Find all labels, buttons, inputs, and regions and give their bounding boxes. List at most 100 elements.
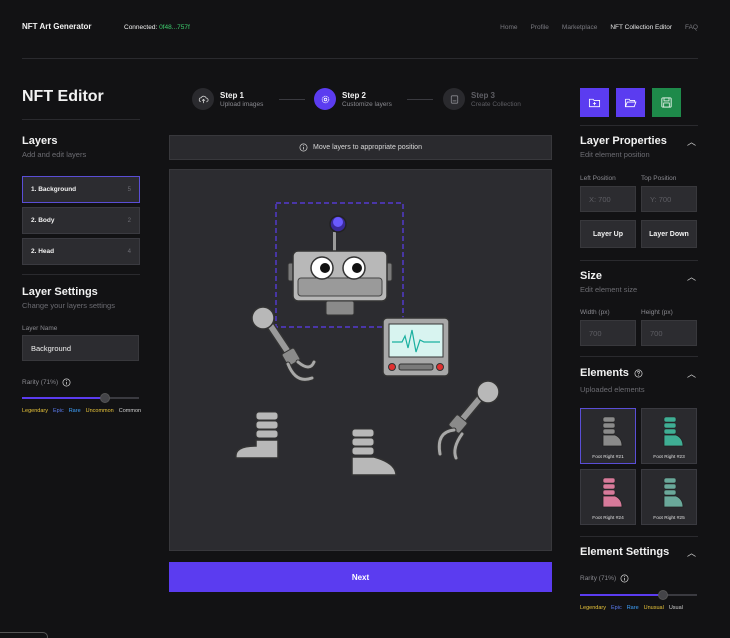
nav-marketplace[interactable]: Marketplace <box>562 24 597 31</box>
top-nav: Home Profile Marketplace NFT Collection … <box>500 24 698 31</box>
element-thumb[interactable]: Foot Right #23 <box>641 408 697 464</box>
folder-plus-icon <box>588 98 601 108</box>
connected-label: Connected: <box>124 24 158 31</box>
tier-legendary: Legendary <box>22 408 48 414</box>
tier-unusual: Unusual <box>643 605 664 611</box>
open-folder-button[interactable] <box>616 88 645 117</box>
rarity-tiers: Legendary Epic Rare Uncommon Common <box>22 408 141 414</box>
nav-profile[interactable]: Profile <box>530 24 548 31</box>
tier-epic: Epic <box>53 408 64 414</box>
step-1-title: Step 1 <box>220 90 245 100</box>
info-icon <box>299 143 308 152</box>
step-1-subtitle: Upload images <box>220 100 264 108</box>
layer-name-label: Layer Name <box>22 325 58 332</box>
robot-foot-right-layer[interactable] <box>351 428 397 476</box>
layer-item-body[interactable]: 2. Body 2 <box>22 207 140 234</box>
rarity-slider[interactable] <box>22 393 139 403</box>
robot-monitor-layer[interactable] <box>382 317 450 377</box>
tier-epic: Epic <box>611 605 622 611</box>
chevron-up-icon[interactable]: ︿ <box>687 135 696 148</box>
chevron-up-icon[interactable]: ︿ <box>687 546 696 559</box>
layer-up-button[interactable]: Layer Up <box>580 220 636 248</box>
canvas-info-text: Move layers to appropriate position <box>313 144 422 151</box>
step-2[interactable]: Step 2 Customize layers <box>314 88 392 110</box>
tier-usual: Usual <box>668 605 683 611</box>
tier-rare: Rare <box>626 605 639 611</box>
settings-gear-icon <box>314 88 336 110</box>
layer-down-button[interactable]: Layer Down <box>641 220 697 248</box>
element-label: Foot Right #21 <box>592 455 624 460</box>
save-icon <box>661 97 672 108</box>
divider <box>22 119 140 120</box>
collection-icon <box>443 88 465 110</box>
tier-uncommon: Uncommon <box>85 408 114 414</box>
info-icon[interactable] <box>620 574 629 583</box>
save-button[interactable] <box>652 88 681 117</box>
app-brand[interactable]: NFT Art Generator <box>22 22 92 31</box>
top-position-label: Top Position <box>641 175 677 182</box>
rarity-row: Rarity (71%) <box>22 378 71 387</box>
size-header: Size Edit element size <box>580 270 637 294</box>
scroll-indicator[interactable] <box>0 632 48 638</box>
layer-name-input[interactable]: Background <box>22 335 139 361</box>
tier-common: Common <box>118 408 142 414</box>
layer-item-background[interactable]: 1. Background 5 <box>22 176 140 203</box>
wallet-connection: Connected: 0f48...757f <box>124 24 190 31</box>
layer-item-head[interactable]: 2. Head 4 <box>22 238 140 265</box>
element-settings-title: Element Settings <box>580 546 670 558</box>
robot-foot-left-layer[interactable] <box>235 411 279 459</box>
step-connector <box>279 99 305 100</box>
width-label: Width (px) <box>580 309 610 316</box>
editor-canvas[interactable] <box>169 169 552 551</box>
element-thumb[interactable]: Foot Right #24 <box>580 469 636 525</box>
step-3[interactable]: Step 3 Create Collection <box>443 88 521 110</box>
element-label: Foot Right #25 <box>653 516 685 521</box>
tier-legendary: Legendary <box>580 605 606 611</box>
layer-count: 5 <box>127 186 131 193</box>
chevron-up-icon[interactable]: ︿ <box>687 270 696 283</box>
element-rarity-slider-handle[interactable] <box>658 590 669 600</box>
help-icon[interactable] <box>634 369 643 378</box>
step-3-title: Step 3 <box>471 90 496 100</box>
info-icon[interactable] <box>62 378 71 387</box>
robot-foot-icon <box>663 477 684 508</box>
layer-settings-subtitle: Change your layers settings <box>22 301 115 310</box>
layer-label: 1. Background <box>31 186 77 193</box>
chevron-up-icon[interactable]: ︿ <box>687 367 696 380</box>
layer-count: 4 <box>127 248 131 255</box>
wallet-address[interactable]: 0f48...757f <box>159 24 190 31</box>
element-thumb[interactable]: Foot Right #21 <box>580 408 636 464</box>
height-input[interactable]: 700 <box>641 320 697 346</box>
robot-head-layer[interactable] <box>287 215 393 316</box>
element-rarity-row: Rarity (71%) <box>580 574 629 583</box>
size-subtitle: Edit element size <box>580 285 638 294</box>
header-divider <box>22 58 698 59</box>
element-label: Foot Right #23 <box>653 455 685 460</box>
divider <box>580 260 698 261</box>
element-rarity-label: Rarity (71%) <box>580 575 617 582</box>
element-rarity-tiers: Legendary Epic Rare Unusual Usual <box>580 605 683 611</box>
layer-properties-title: Layer Properties <box>580 135 667 147</box>
element-rarity-slider-fill <box>580 594 664 596</box>
rarity-label: Rarity (71%) <box>22 379 59 386</box>
element-label: Foot Right #24 <box>592 516 624 521</box>
robot-arm-right-layer[interactable] <box>436 380 500 461</box>
rarity-slider-fill <box>22 397 106 399</box>
nav-faq[interactable]: FAQ <box>685 24 698 31</box>
element-rarity-slider[interactable] <box>580 590 697 600</box>
elements-title-row: Elements <box>580 367 643 379</box>
rarity-slider-handle[interactable] <box>100 393 111 403</box>
top-position-input[interactable]: Y: 700 <box>641 186 697 212</box>
element-thumb[interactable]: Foot Right #25 <box>641 469 697 525</box>
next-button[interactable]: Next <box>169 562 552 592</box>
divider <box>22 274 140 275</box>
step-1[interactable]: Step 1 Upload images <box>192 88 263 110</box>
robot-arm-left-layer[interactable] <box>251 306 317 382</box>
layers-title: Layers <box>22 135 58 147</box>
nav-home[interactable]: Home <box>500 24 517 31</box>
left-position-input[interactable]: X: 700 <box>580 186 636 212</box>
new-folder-button[interactable] <box>580 88 609 117</box>
nav-nft-collection-editor[interactable]: NFT Collection Editor <box>610 24 672 31</box>
folder-open-icon <box>624 98 637 108</box>
width-input[interactable]: 700 <box>580 320 636 346</box>
